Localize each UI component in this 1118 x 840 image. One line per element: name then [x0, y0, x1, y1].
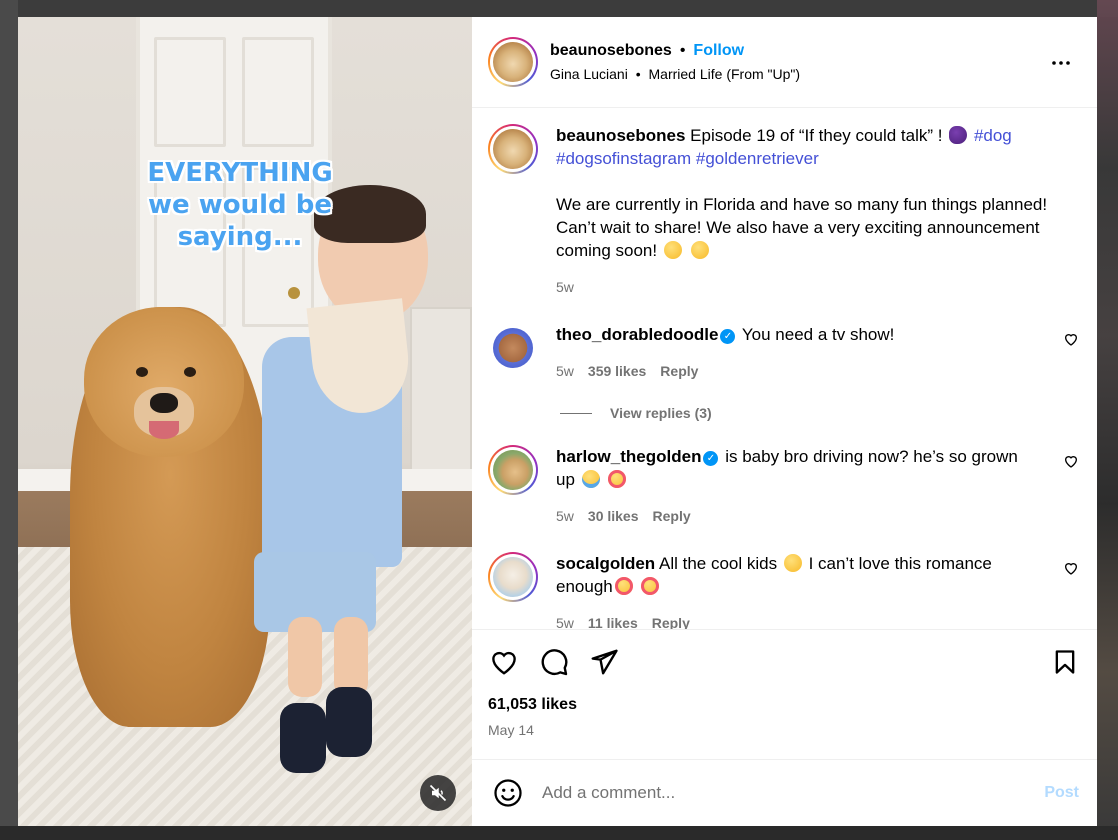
avatar-image [493, 129, 533, 169]
follow-button[interactable]: Follow [693, 42, 744, 60]
avatar-image [493, 42, 533, 82]
heart-eyes-emoji [641, 577, 660, 595]
more-horizontal-icon [1052, 61, 1070, 65]
backdrop-bottom-strip [0, 826, 1118, 840]
post-details-panel: beaunosebones • Follow Gina Luciani • Ma… [472, 17, 1097, 826]
hashtag-link[interactable]: #goldenretriever [696, 149, 819, 168]
post-actions: 61,053 likes May 14 [472, 629, 1097, 759]
comment-like-button[interactable] [1063, 331, 1081, 349]
comment-button[interactable] [538, 646, 570, 678]
comment-text: All the cool kids [658, 554, 778, 573]
comments-list[interactable]: beaunosebones Episode 19 of “If they cou… [472, 108, 1097, 629]
comment-composer: Post [472, 759, 1097, 826]
commenter-avatar[interactable] [493, 328, 533, 368]
heart-eyes-emoji [614, 577, 633, 595]
replies-divider [560, 412, 592, 414]
verified-badge-icon: ✓ [720, 329, 736, 344]
audio-track-link[interactable]: Married Life (From "Up") [649, 66, 801, 82]
audio-author-link[interactable]: Gina Luciani [550, 66, 628, 82]
comment-likes[interactable]: 359 likes [588, 360, 646, 383]
save-button[interactable] [1049, 646, 1081, 678]
dog-tongue [149, 421, 179, 439]
view-replies-button[interactable]: View replies (3) [560, 405, 1081, 421]
hashtag-link[interactable]: #dogsofinstagram [556, 149, 691, 168]
paper-plane-icon [591, 649, 618, 675]
comment-likes[interactable]: 11 likes [588, 612, 638, 629]
commenter-avatar[interactable] [488, 552, 538, 602]
kid-leg [288, 617, 322, 697]
comment-text: You need a tv show! [741, 325, 895, 344]
avatar-image [493, 557, 533, 597]
door-panel [154, 37, 226, 147]
smiley-face-icon [494, 779, 522, 807]
comment-like-button[interactable] [1063, 560, 1081, 578]
kid-sock [326, 687, 372, 757]
post-header: beaunosebones • Follow Gina Luciani • Ma… [472, 17, 1097, 108]
speaking-head-emoji [949, 126, 968, 144]
comment-input[interactable] [542, 783, 1045, 803]
video-overlay-caption: EVERYTHING we would be saying... [147, 158, 333, 252]
reply-button[interactable]: Reply [660, 360, 698, 383]
author-username[interactable]: beaunosebones [550, 42, 672, 60]
dog-eye [184, 367, 196, 377]
commenter-avatar[interactable] [488, 445, 538, 495]
caption-username[interactable]: beaunosebones [556, 126, 685, 145]
avatar-image [493, 450, 533, 490]
crying-face-emoji [581, 470, 600, 488]
video-cabinet [410, 307, 472, 487]
commenter-username[interactable]: theo_dorabledoodle [556, 325, 718, 344]
reply-button[interactable]: Reply [652, 612, 690, 629]
caption-body: We are currently in Florida and have so … [556, 195, 1048, 260]
reply-button[interactable]: Reply [653, 505, 691, 528]
comment-timestamp[interactable]: 5w [556, 505, 574, 528]
comment-item: socalgolden All the cool kids I can’t lo… [488, 552, 1081, 629]
heart-icon [1064, 563, 1078, 575]
dog-eye [136, 367, 148, 377]
like-count[interactable]: 61,053 likes [488, 696, 1081, 714]
post-comment-button[interactable]: Post [1044, 784, 1079, 802]
face-emoji [663, 241, 682, 259]
kid-sock [280, 703, 326, 773]
door-panel [242, 37, 314, 147]
bookmark-icon [1055, 650, 1075, 674]
caption-text: Episode 19 of “If they could talk” ! [690, 126, 943, 145]
commenter-username[interactable]: harlow_thegolden [556, 447, 701, 466]
speaker-muted-icon [429, 784, 447, 802]
comment-like-button[interactable] [1063, 453, 1081, 471]
separator-dot: • [679, 42, 686, 59]
door-knob [288, 287, 300, 299]
comment-likes[interactable]: 30 likes [588, 505, 639, 528]
verified-badge-icon: ✓ [703, 451, 719, 466]
commenter-username[interactable]: socalgolden [556, 554, 655, 573]
share-button[interactable] [588, 646, 620, 678]
view-replies-label: View replies (3) [610, 405, 712, 421]
comment-item: harlow_thegolden ✓ is baby bro driving no… [488, 445, 1081, 528]
post-video[interactable]: EVERYTHING we would be saying... [18, 17, 472, 826]
dog-nose [150, 393, 178, 413]
caption-avatar[interactable] [488, 124, 538, 174]
caption-timestamp[interactable]: 5w [556, 276, 574, 299]
hashtag-link[interactable]: #dog [974, 126, 1012, 145]
more-options-button[interactable] [1049, 51, 1073, 75]
smiling-hearts-emoji [608, 470, 627, 488]
subtitle-separator: • [635, 66, 641, 82]
comment-timestamp[interactable]: 5w [556, 612, 574, 629]
post-date[interactable]: May 14 [488, 722, 1081, 738]
comment-item: theo_dorabledoodle ✓ You need a tv show! … [488, 323, 1081, 383]
mute-button[interactable] [420, 775, 456, 811]
comment-bubble-icon [541, 649, 568, 676]
author-avatar[interactable] [488, 37, 538, 87]
like-button[interactable] [488, 646, 520, 678]
emoji-picker-button[interactable] [492, 777, 524, 809]
backdrop-next-post-peek [1097, 0, 1118, 840]
post-caption: beaunosebones Episode 19 of “If they cou… [488, 124, 1081, 299]
kid-leg [334, 617, 368, 697]
heart-icon [492, 651, 516, 675]
face-emoji [690, 241, 709, 259]
heart-icon [1064, 456, 1078, 468]
heart-icon [1064, 334, 1078, 346]
winking-tongue-emoji [783, 554, 802, 572]
comment-timestamp[interactable]: 5w [556, 360, 574, 383]
